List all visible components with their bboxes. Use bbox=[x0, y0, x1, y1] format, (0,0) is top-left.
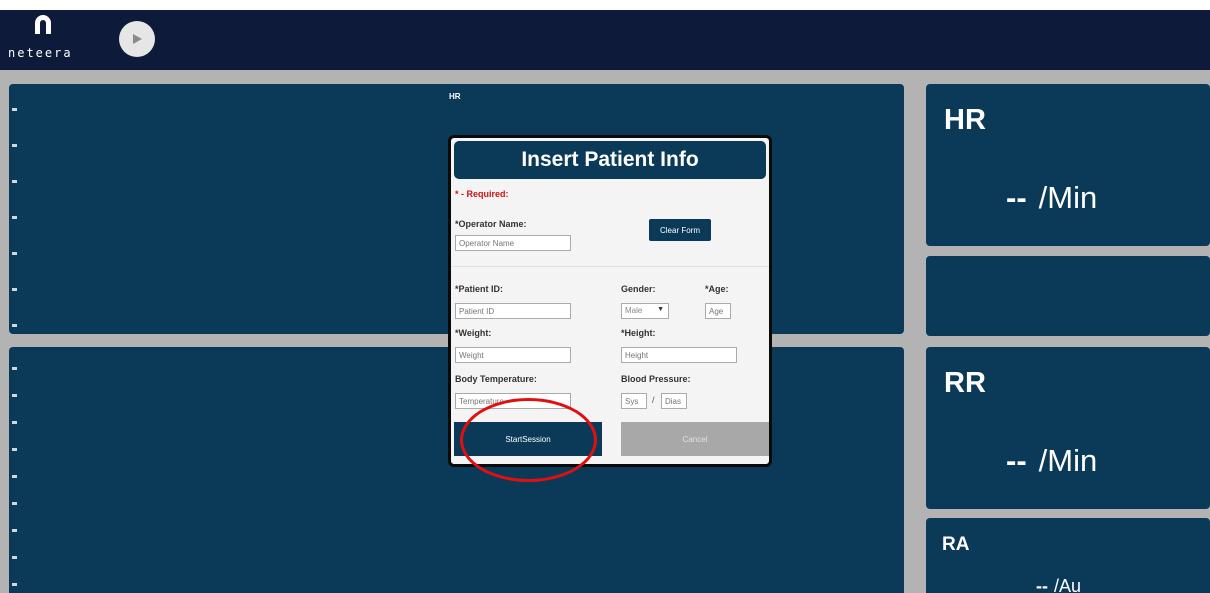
rr-stat-panel: RR -- /Min bbox=[926, 347, 1210, 509]
play-button[interactable] bbox=[119, 21, 155, 57]
logo-text: neteera bbox=[8, 46, 73, 60]
hr-chart-title: HR bbox=[449, 92, 461, 101]
ra-stat-unit: /Au bbox=[1054, 576, 1082, 593]
y-tick bbox=[12, 529, 17, 532]
app-frame: neteera HR HR -- /Min RR -- /Min RA -- /A… bbox=[0, 10, 1210, 593]
sys-input[interactable] bbox=[621, 393, 647, 409]
y-tick bbox=[12, 252, 17, 255]
modal-title: Insert Patient Info bbox=[454, 141, 766, 179]
ra-stat-label: RA bbox=[942, 534, 970, 555]
blood-pressure-label: Blood Pressure: bbox=[621, 374, 691, 384]
weight-label: *Weight: bbox=[455, 328, 492, 338]
gender-value: Male bbox=[625, 306, 643, 315]
hr-stat-value: -- bbox=[1006, 180, 1027, 215]
blank-stat-panel bbox=[926, 256, 1210, 336]
chevron-down-icon: ▼ bbox=[657, 306, 664, 313]
y-tick bbox=[12, 144, 17, 147]
clear-form-button[interactable]: Clear Form bbox=[649, 219, 711, 241]
ra-stat-value: -- bbox=[1036, 576, 1048, 593]
y-tick bbox=[12, 367, 17, 370]
gender-label: Gender: bbox=[621, 284, 656, 294]
dia-input[interactable] bbox=[661, 393, 687, 409]
y-tick bbox=[12, 556, 17, 559]
y-tick bbox=[12, 324, 17, 327]
y-tick bbox=[12, 583, 17, 586]
rr-stat-unit: /Min bbox=[1038, 443, 1098, 478]
section-divider bbox=[451, 266, 769, 267]
y-tick bbox=[12, 421, 17, 424]
patient-id-label: *Patient ID: bbox=[455, 284, 504, 294]
y-tick bbox=[12, 216, 17, 219]
hr-stat-unit: /Min bbox=[1038, 180, 1098, 215]
ra-stat-panel: RA -- /Au bbox=[926, 518, 1210, 593]
y-tick bbox=[12, 448, 17, 451]
required-note: * - Required: bbox=[455, 189, 509, 199]
y-tick bbox=[12, 288, 17, 291]
y-tick bbox=[12, 502, 17, 505]
y-tick bbox=[12, 394, 17, 397]
highlight-circle bbox=[460, 398, 597, 482]
operator-name-label: *Operator Name: bbox=[455, 219, 527, 229]
cancel-button[interactable]: Cancel bbox=[621, 422, 769, 456]
play-icon bbox=[133, 34, 142, 44]
bp-separator: / bbox=[652, 395, 655, 405]
hr-stat-panel: HR -- /Min bbox=[926, 84, 1210, 246]
ra-stat-value-group: -- /Au bbox=[1036, 576, 1081, 593]
y-tick bbox=[12, 180, 17, 183]
y-tick bbox=[12, 475, 17, 478]
height-input[interactable] bbox=[621, 347, 737, 363]
operator-name-input[interactable] bbox=[455, 235, 571, 251]
neteera-logo: neteera bbox=[6, 12, 86, 68]
rr-stat-value-group: -- /Min bbox=[1006, 443, 1097, 479]
weight-input[interactable] bbox=[455, 347, 571, 363]
height-label: *Height: bbox=[621, 328, 656, 338]
age-label: *Age: bbox=[705, 284, 729, 294]
hr-stat-value-group: -- /Min bbox=[1006, 180, 1097, 216]
y-tick bbox=[12, 108, 17, 111]
top-bar: neteera bbox=[0, 10, 1210, 70]
logo-mark-icon bbox=[35, 15, 51, 34]
body-temperature-label: Body Temperature: bbox=[455, 374, 537, 384]
rr-stat-label: RR bbox=[944, 367, 986, 399]
gender-select[interactable]: Male ▼ bbox=[621, 303, 669, 319]
age-input[interactable] bbox=[705, 303, 731, 319]
hr-stat-label: HR bbox=[944, 104, 986, 136]
rr-stat-value: -- bbox=[1006, 443, 1027, 478]
patient-id-input[interactable] bbox=[455, 303, 571, 319]
